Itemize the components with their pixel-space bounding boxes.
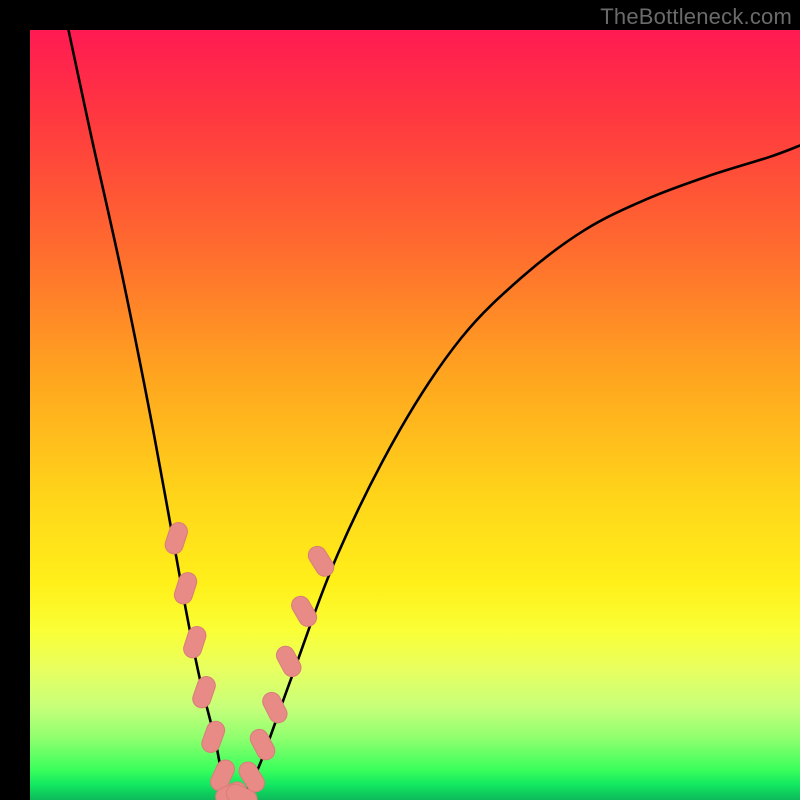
marker-group bbox=[163, 520, 337, 800]
plot-area bbox=[30, 30, 800, 800]
curve-marker bbox=[199, 719, 227, 755]
curve-marker bbox=[172, 570, 199, 606]
curve-marker bbox=[273, 643, 304, 680]
curve-marker bbox=[181, 624, 208, 660]
chart-frame: TheBottleneck.com bbox=[0, 0, 800, 800]
watermark-text: TheBottleneck.com bbox=[600, 4, 792, 30]
curve-marker bbox=[190, 674, 217, 710]
bottleneck-curve bbox=[69, 30, 800, 800]
curve-layer bbox=[30, 30, 800, 800]
curve-marker bbox=[163, 520, 190, 556]
curve-marker bbox=[305, 543, 337, 580]
